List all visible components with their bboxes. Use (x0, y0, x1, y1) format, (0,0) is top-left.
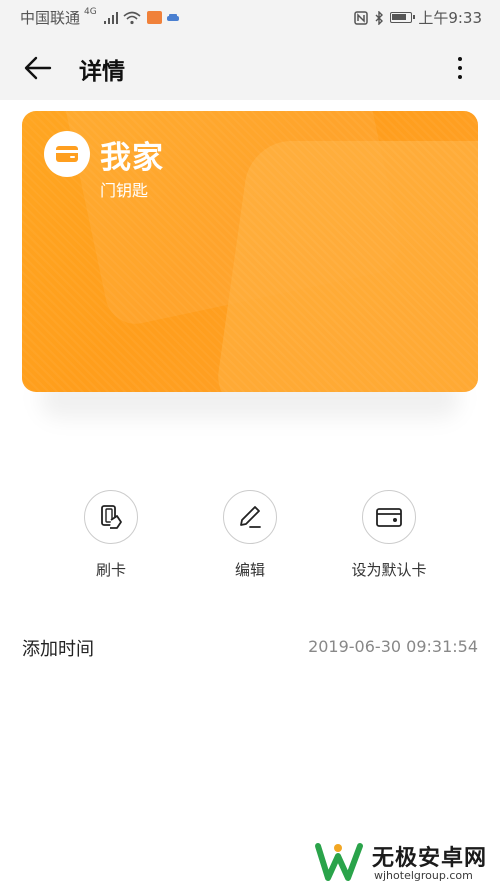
card-type: 门钥匙 (100, 181, 149, 200)
set-default-card-label: 设为默认卡 (351, 561, 427, 579)
carrier-label: 中国联通 (20, 9, 81, 27)
default-card-icon (362, 490, 416, 544)
nfc-icon (354, 10, 369, 25)
more-options-button[interactable] (440, 48, 480, 88)
battery-icon (390, 12, 416, 23)
signal-icon (103, 11, 118, 24)
more-dot-icon (458, 57, 462, 61)
swipe-card-label: 刷卡 (95, 561, 126, 579)
status-bar: 中国联通 4G 上午9:33 (0, 0, 500, 34)
title-bar: 详情 (0, 34, 500, 100)
bluetooth-icon (375, 10, 384, 25)
back-button[interactable] (18, 48, 58, 88)
edit-pen-icon (223, 490, 277, 544)
site-watermark: 无极安卓网 wjhotelgroup.com (314, 840, 494, 886)
more-dot-icon (458, 75, 462, 79)
card-wallet-icon (44, 131, 90, 177)
clock-time: 上午9:33 (418, 9, 482, 27)
added-time-label: 添加时间 (22, 639, 94, 660)
watermark-logo-icon (315, 843, 363, 881)
page-title: 详情 (79, 59, 125, 85)
watermark-title: 无极安卓网 (372, 846, 488, 871)
back-arrow-icon (24, 56, 52, 80)
set-default-card-button[interactable]: 设为默认卡 (324, 490, 454, 580)
notification-app-icon (146, 11, 162, 24)
network-type-label: 4G (84, 6, 97, 17)
watermark-url: wjhotelgroup.com (374, 869, 473, 882)
added-time-row: 添加时间 2019-06-30 09:31:54 (22, 632, 478, 662)
wifi-icon (123, 11, 141, 24)
more-dot-icon (458, 66, 462, 70)
swipe-card-icon (84, 490, 138, 544)
added-time-value: 2019-06-30 09:31:54 (308, 637, 478, 656)
edit-button[interactable]: 编辑 (185, 490, 315, 580)
card-actions: 刷卡 编辑 设为默认卡 (0, 490, 500, 590)
status-left: 中国联通 4G (20, 7, 180, 28)
swipe-card-button[interactable]: 刷卡 (46, 490, 176, 580)
status-right: 上午9:33 (354, 7, 482, 28)
key-card[interactable]: 我家 门钥匙 (22, 111, 478, 392)
edit-label: 编辑 (234, 561, 265, 579)
card-pattern (22, 111, 478, 392)
card-name: 我家 (100, 140, 164, 176)
car-icon (166, 13, 179, 21)
